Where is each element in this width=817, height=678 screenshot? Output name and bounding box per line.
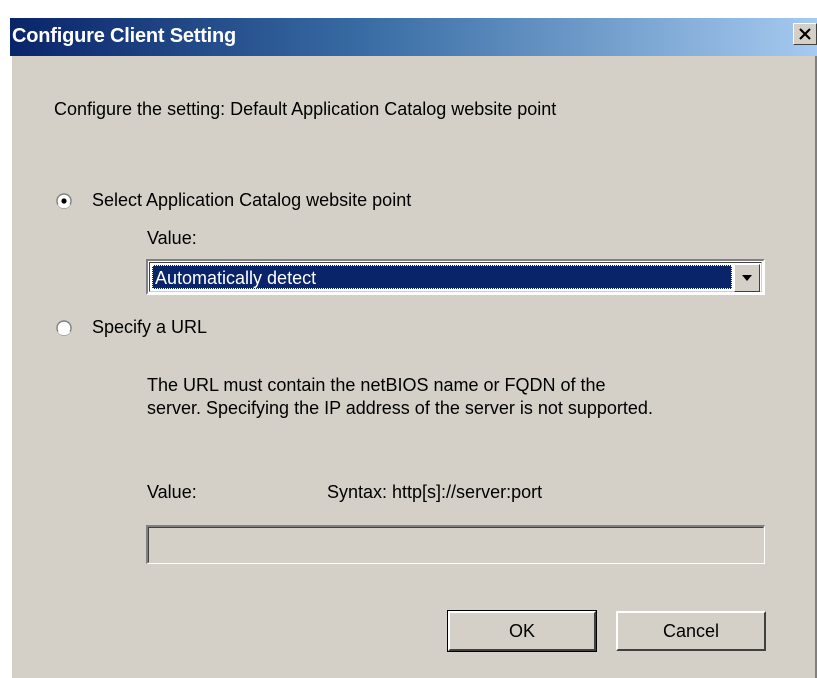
url-field-frame — [146, 525, 765, 564]
combo-frame: Automatically detect — [149, 262, 762, 292]
radio-select-catalog-point-label[interactable]: Select Application Catalog website point — [92, 190, 411, 211]
combo-selected-value[interactable]: Automatically detect — [152, 265, 732, 289]
combo-value-label: Value: — [147, 228, 197, 248]
radio-select-catalog-point[interactable] — [56, 193, 72, 209]
chevron-down-icon — [741, 269, 753, 287]
url-input[interactable] — [148, 527, 764, 563]
url-syntax-hint: Syntax: http[s]://server:port — [327, 482, 543, 502]
cancel-button[interactable]: Cancel — [616, 611, 766, 651]
url-note-line-2: server. Specifying the IP address of the… — [147, 398, 653, 418]
radio-specify-url-label[interactable]: Specify a URL — [92, 317, 207, 338]
radio-specify-url[interactable] — [56, 320, 72, 336]
ok-button[interactable]: OK — [447, 610, 597, 652]
url-note-line-1: The URL must contain the netBIOS name or… — [147, 375, 606, 395]
setting-description: Configure the setting: Default Applicati… — [54, 99, 557, 119]
title-bar[interactable]: Configure Client Setting — [10, 18, 817, 56]
catalog-point-dropdown[interactable]: Automatically detect — [146, 259, 765, 295]
window-title: Configure Client Setting — [12, 25, 237, 47]
radio-checked-icon — [56, 193, 72, 209]
close-icon — [798, 28, 812, 40]
radio-unchecked-icon — [56, 320, 72, 336]
url-value-label: Value: — [147, 482, 197, 502]
dropdown-button[interactable] — [734, 264, 760, 292]
close-button[interactable] — [793, 23, 817, 45]
